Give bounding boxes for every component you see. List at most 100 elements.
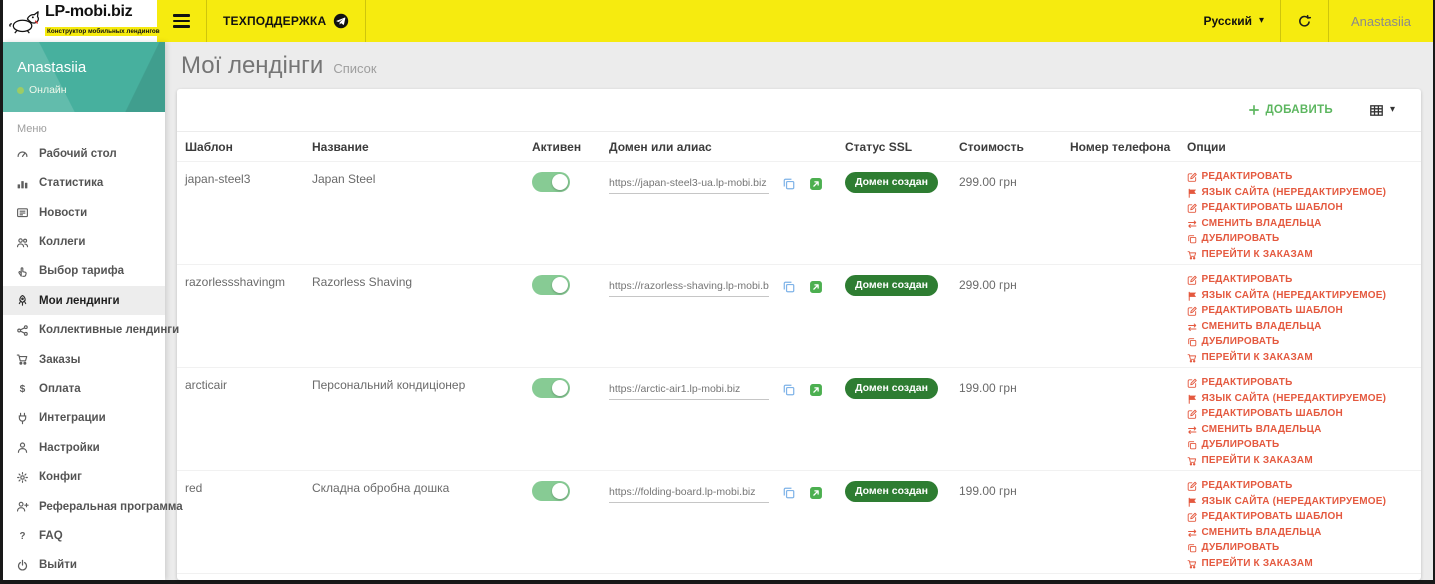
user-menu[interactable]: Anastasiia bbox=[1328, 0, 1433, 42]
sidebar-item-share[interactable]: Коллективные лендинги bbox=[3, 315, 179, 344]
page-title: Мої лендінги bbox=[181, 52, 324, 79]
option-edit-link[interactable]: РЕДАКТИРОВАТЬ bbox=[1187, 481, 1413, 492]
sidebar-item-cart[interactable]: Заказы bbox=[3, 345, 165, 374]
main-content: Мої лендінги Список ДОБАВИТЬ ▾ Шаблон Наз… bbox=[165, 42, 1433, 580]
domain-input[interactable] bbox=[609, 177, 769, 194]
option-link-label: РЕДАКТИРОВАТЬ ШАБЛОН bbox=[1201, 305, 1343, 317]
language-label: Русский bbox=[1203, 14, 1252, 28]
sidebar-item-label: Выбор тарифа bbox=[39, 265, 125, 278]
active-toggle[interactable] bbox=[532, 275, 570, 295]
option-copy-link[interactable]: ДУБЛИРОВАТЬ bbox=[1187, 543, 1413, 554]
active-toggle[interactable] bbox=[532, 378, 570, 398]
table-header: Шаблон Название Активен Домен или алиас Стат… bbox=[177, 131, 1421, 161]
option-cart-link[interactable]: ПЕРЕЙТИ К ЗАКАЗАМ bbox=[1187, 455, 1413, 467]
sidebar-item-rocket[interactable]: Мои лендинги bbox=[3, 286, 165, 316]
sidebar-item-label: Конфиг bbox=[39, 471, 82, 484]
option-copy-link[interactable]: ДУБЛИРОВАТЬ bbox=[1187, 440, 1413, 451]
users-icon bbox=[16, 236, 29, 249]
option-edit-link[interactable]: РЕДАКТИРОВАТЬ ШАБЛОН bbox=[1187, 306, 1413, 317]
plus-icon bbox=[1248, 104, 1260, 116]
domain-input[interactable] bbox=[609, 486, 769, 503]
logo[interactable]: LP-mobi.biz Конструктор мобильных лендин… bbox=[3, 0, 162, 42]
option-exchange-link[interactable]: СМЕНИТЬ ВЛАДЕЛЬЦА bbox=[1187, 218, 1413, 230]
option-edit-link[interactable]: РЕДАКТИРОВАТЬ ШАБЛОН bbox=[1187, 409, 1413, 420]
edit-icon bbox=[1187, 275, 1198, 286]
sidebar-item-cogs[interactable]: Конфиг bbox=[3, 462, 165, 491]
sidebar-item-stats[interactable]: Статистика bbox=[3, 169, 165, 198]
sidebar-item-users[interactable]: Коллеги bbox=[3, 227, 165, 256]
sidebar-item-label: Коллеги bbox=[39, 236, 86, 248]
sidebar-item-dashboard[interactable]: Рабочий стол bbox=[3, 139, 165, 168]
dollar-icon bbox=[16, 382, 29, 395]
external-link-icon bbox=[809, 383, 823, 397]
copy-icon bbox=[1187, 543, 1198, 554]
domain-cell bbox=[609, 275, 845, 297]
logo-text: LP-mobi.biz Конструктор мобильных лендин… bbox=[45, 2, 162, 39]
column-header: Домен или алиас bbox=[609, 139, 712, 154]
option-language-link[interactable]: ЯЗЫК САЙТА (НЕРЕДАКТИРУЕМОЕ) bbox=[1187, 393, 1413, 405]
price-cell: 299.00 грн bbox=[959, 278, 1017, 292]
option-edit-link[interactable]: РЕДАКТИРОВАТЬ bbox=[1187, 378, 1413, 389]
option-copy-link[interactable]: ДУБЛИРОВАТЬ bbox=[1187, 337, 1413, 348]
option-cart-link[interactable]: ПЕРЕЙТИ К ЗАКАЗАМ bbox=[1187, 558, 1413, 570]
sidebar-item-hand-pointer[interactable]: Выбор тарифа bbox=[3, 257, 165, 286]
sidebar-item-news[interactable]: Новости bbox=[3, 198, 165, 227]
domain-input[interactable] bbox=[609, 280, 769, 297]
support-button[interactable]: ТЕХПОДДЕРЖКА bbox=[206, 0, 367, 42]
edit-icon bbox=[1187, 512, 1198, 523]
cogs-icon bbox=[16, 471, 29, 484]
sidebar-item-question[interactable]: FAQ bbox=[3, 521, 165, 550]
option-copy-link[interactable]: ДУБЛИРОВАТЬ bbox=[1187, 234, 1413, 245]
language-icon bbox=[1187, 291, 1198, 302]
active-toggle[interactable] bbox=[532, 481, 570, 501]
option-exchange-link[interactable]: СМЕНИТЬ ВЛАДЕЛЬЦА bbox=[1187, 423, 1413, 436]
option-language-link[interactable]: ЯЗЫК САЙТА (НЕРЕДАКТИРУЕМОЕ) bbox=[1187, 496, 1413, 508]
column-header: Номер телефона bbox=[1070, 139, 1171, 154]
sidebar-item-user[interactable]: Настройки bbox=[3, 433, 165, 462]
domain-input[interactable] bbox=[609, 383, 769, 400]
language-dropdown[interactable]: Русский ▾ bbox=[1187, 0, 1280, 42]
copy-icon bbox=[782, 280, 796, 294]
option-edit-link[interactable]: РЕДАКТИРОВАТЬ bbox=[1187, 172, 1413, 183]
option-cart-link[interactable]: ПЕРЕЙТИ К ЗАКАЗАМ bbox=[1187, 352, 1413, 364]
option-link-label: СМЕНИТЬ ВЛАДЕЛЬЦА bbox=[1201, 423, 1322, 435]
copy-domain-button[interactable] bbox=[782, 486, 796, 500]
copy-domain-button[interactable] bbox=[782, 383, 796, 397]
profile-status-label: Онлайн bbox=[29, 84, 67, 96]
sidebar-item-dollar[interactable]: Оплата bbox=[3, 374, 165, 403]
option-exchange-link[interactable]: СМЕНИТЬ ВЛАДЕЛЬЦА bbox=[1187, 321, 1413, 333]
option-edit-link[interactable]: РЕДАКТИРОВАТЬ ШАБЛОН bbox=[1187, 512, 1413, 523]
open-site-button[interactable] bbox=[809, 280, 823, 294]
open-site-button[interactable] bbox=[809, 383, 823, 397]
open-site-button[interactable] bbox=[809, 177, 823, 191]
option-language-link[interactable]: ЯЗЫК САЙТА (НЕРЕДАКТИРУЕМОЕ) bbox=[1187, 290, 1413, 302]
copy-domain-button[interactable] bbox=[782, 280, 796, 294]
profile-status: Онлайн bbox=[17, 84, 151, 96]
sidebar-toggle-button[interactable] bbox=[157, 0, 206, 42]
option-edit-link[interactable]: РЕДАКТИРОВАТЬ bbox=[1187, 275, 1413, 286]
table-view-dropdown[interactable]: ▾ bbox=[1363, 102, 1401, 119]
sidebar-item-power[interactable]: Выйти bbox=[3, 551, 165, 580]
open-site-button[interactable] bbox=[809, 486, 823, 500]
ssl-cell: Домен создан bbox=[845, 481, 959, 502]
caret-down-icon: ▾ bbox=[1389, 104, 1395, 115]
active-toggle[interactable] bbox=[532, 172, 570, 192]
sidebar-item-plug[interactable]: Интеграции bbox=[3, 404, 165, 433]
option-edit-link[interactable]: РЕДАКТИРОВАТЬ ШАБЛОН bbox=[1187, 203, 1413, 214]
option-exchange-link[interactable]: СМЕНИТЬ ВЛАДЕЛЬЦА bbox=[1187, 527, 1413, 539]
add-button[interactable]: ДОБАВИТЬ bbox=[1242, 103, 1339, 117]
rocket-icon bbox=[16, 294, 29, 307]
news-icon bbox=[16, 206, 29, 219]
edit-icon bbox=[1187, 481, 1198, 492]
exchange-icon bbox=[1187, 219, 1198, 230]
table-body: japan-steel3 Japan Steel Домен создан 29… bbox=[177, 161, 1421, 580]
option-cart-link[interactable]: ПЕРЕЙТИ К ЗАКАЗАМ bbox=[1187, 249, 1413, 261]
option-language-link[interactable]: ЯЗЫК САЙТА (НЕРЕДАКТИРУЕМОЕ) bbox=[1187, 187, 1413, 199]
copy-domain-button[interactable] bbox=[782, 177, 796, 191]
logo-title: LP-mobi.biz bbox=[45, 2, 133, 20]
sidebar-item-user-plus[interactable]: Реферальная программа bbox=[3, 492, 183, 521]
refresh-button[interactable] bbox=[1280, 0, 1328, 42]
edit-icon bbox=[1187, 203, 1198, 214]
option-link-label: РЕДАКТИРОВАТЬ bbox=[1201, 274, 1293, 286]
landings-card: ДОБАВИТЬ ▾ Шаблон Название Активен Домен ил… bbox=[177, 89, 1421, 580]
